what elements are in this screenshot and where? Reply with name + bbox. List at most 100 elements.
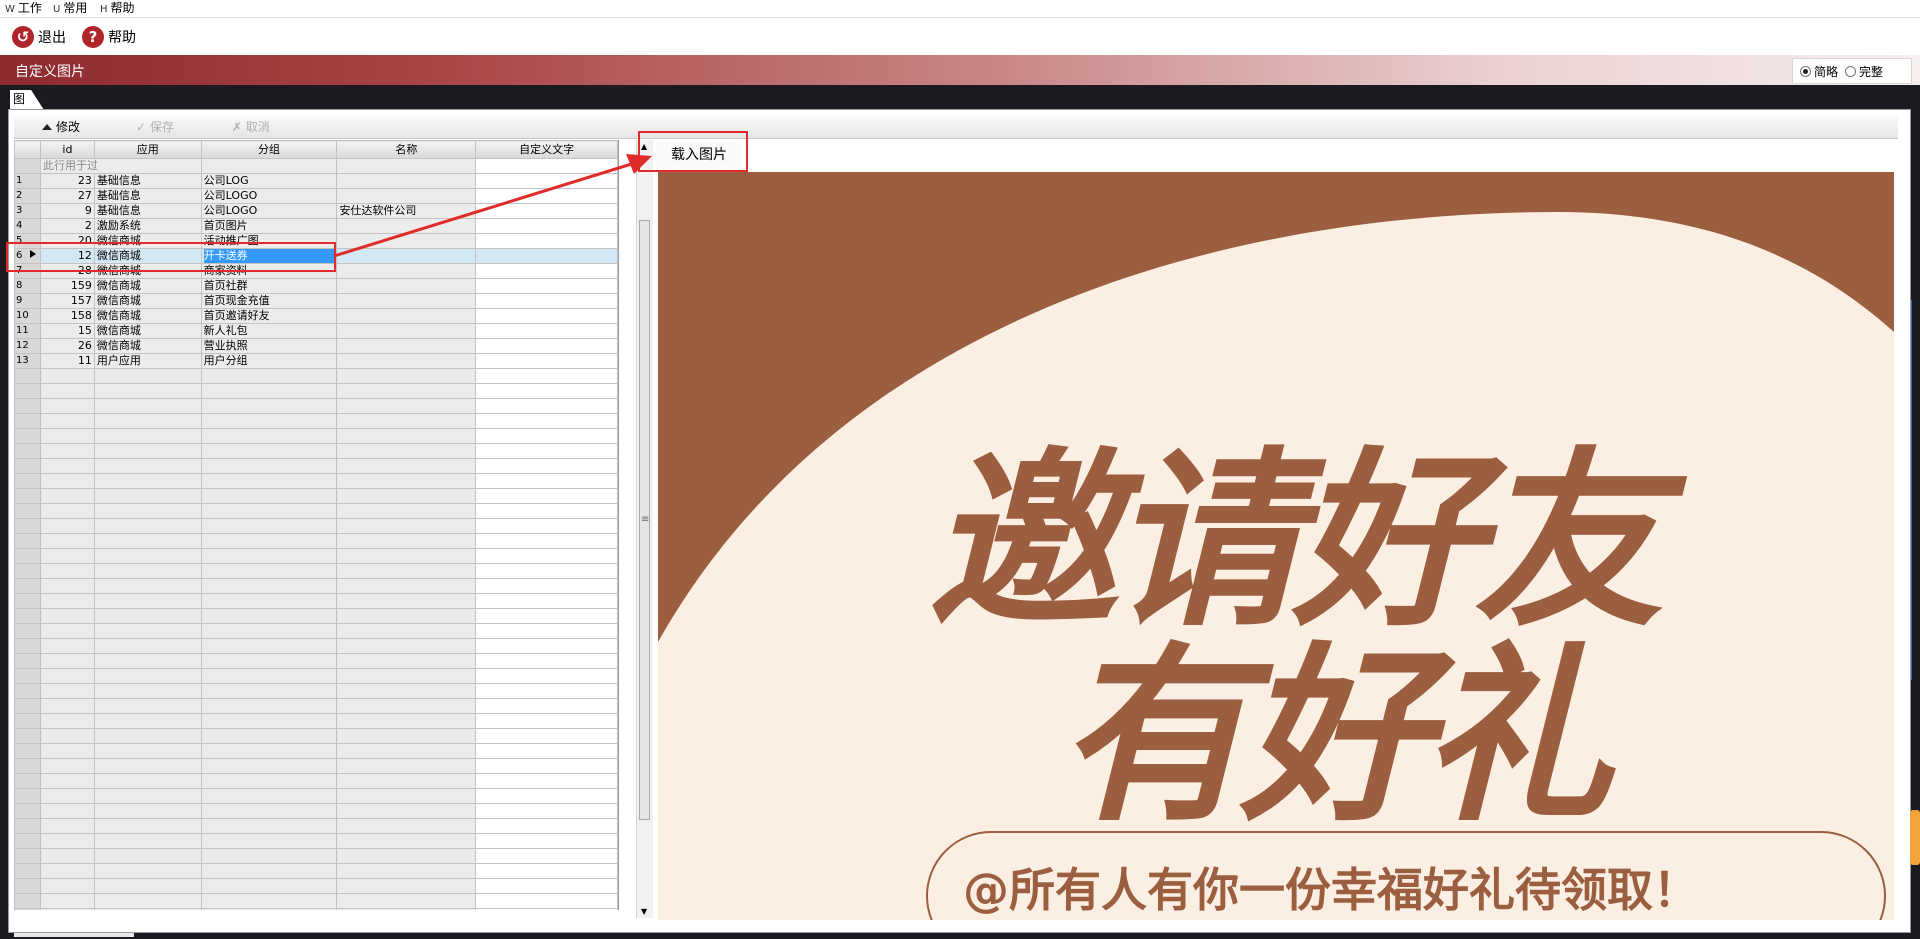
table-row[interactable]: 9 157 微信商城 首页现金充值 — [14, 293, 618, 309]
cancel-button[interactable]: ✗ 取消 — [232, 119, 270, 135]
cell-app[interactable]: 用户应用 — [93, 353, 202, 369]
cell-app[interactable]: 微信商城 — [93, 293, 202, 309]
cell-name[interactable] — [336, 323, 477, 339]
cell-app[interactable]: 激励系统 — [93, 218, 202, 234]
menu-work[interactable]: W 工作 — [5, 1, 42, 16]
table-row[interactable]: 11 15 微信商城 新人礼包 — [14, 323, 618, 339]
cell-id[interactable]: 11 — [39, 353, 95, 369]
table-row[interactable]: 10 158 微信商城 首页邀请好友 — [14, 308, 618, 324]
cell-custom-text[interactable] — [475, 338, 618, 354]
cell-name[interactable] — [336, 293, 477, 309]
table-cell — [200, 158, 338, 174]
table-cell — [93, 698, 202, 714]
empty-row — [14, 758, 618, 774]
cell-custom-text[interactable] — [475, 308, 618, 324]
cell-name[interactable] — [336, 278, 477, 294]
view-full-label[interactable]: 完整 — [1859, 63, 1883, 80]
cell-id[interactable]: 9 — [39, 203, 95, 219]
cell-custom-text[interactable] — [475, 263, 618, 279]
cell-id[interactable]: 2 — [39, 218, 95, 234]
cell-group[interactable]: 公司LOG — [200, 173, 338, 189]
vertical-scrollbar[interactable]: ▲ ≡ ▼ — [636, 140, 653, 918]
table-row[interactable]: 2 27 基础信息 公司LOGO — [14, 188, 618, 204]
cell-app[interactable]: 微信商城 — [93, 278, 202, 294]
cell-app[interactable]: 微信商城 — [93, 308, 202, 324]
column-header-group[interactable]: 分组 — [200, 140, 338, 159]
cell-custom-text[interactable] — [475, 203, 618, 219]
cell-app[interactable]: 微信商城 — [93, 338, 202, 354]
cell-app[interactable]: 基础信息 — [93, 203, 202, 219]
cell-custom-text[interactable] — [475, 293, 618, 309]
cell-id[interactable]: 159 — [39, 278, 95, 294]
column-header-custom-text[interactable]: 自定义文字 — [475, 140, 618, 159]
menu-common-label: 常用 — [63, 1, 88, 15]
cell-name[interactable] — [336, 218, 477, 234]
filter-description-row[interactable]: 此行用于过 — [14, 158, 618, 174]
cell-id[interactable]: 15 — [39, 323, 95, 339]
cell-group-text: 营业执照 — [203, 339, 248, 353]
cell-name[interactable] — [336, 353, 477, 369]
cell-group[interactable]: 首页图片 — [200, 218, 338, 234]
edit-button[interactable]: 修改 — [42, 119, 80, 135]
scroll-down-arrow-icon[interactable]: ▼ — [641, 907, 647, 916]
cell-app[interactable]: 基础信息 — [93, 173, 202, 189]
view-brief-label[interactable]: 简略 — [1814, 63, 1838, 80]
cell-custom-text[interactable] — [475, 323, 618, 339]
cell-id[interactable]: 23 — [39, 173, 95, 189]
cell-group[interactable]: 首页现金充值 — [200, 293, 338, 309]
cell-custom-text[interactable] — [475, 173, 618, 189]
cell-custom-text[interactable] — [475, 233, 618, 249]
table-cell — [336, 593, 477, 609]
empty-row — [14, 668, 618, 684]
radio-full-icon[interactable] — [1845, 65, 1857, 77]
cell-name[interactable] — [336, 308, 477, 324]
column-header-name[interactable]: 名称 — [336, 140, 477, 159]
menu-common[interactable]: U 常用 — [53, 1, 87, 16]
cell-group[interactable]: 公司LOGO — [200, 188, 338, 204]
table-row[interactable]: 3 9 基础信息 公司LOGO 安仕达软件公司 — [14, 203, 618, 219]
cell-name[interactable] — [336, 338, 477, 354]
help-button[interactable]: ? 帮助 — [82, 25, 136, 49]
menu-help[interactable]: H 帮助 — [100, 1, 135, 16]
splitter-grip-icon[interactable]: ≡ — [641, 514, 649, 525]
cell-name[interactable] — [336, 263, 477, 279]
cell-custom-text[interactable] — [475, 248, 618, 264]
cell-name[interactable] — [336, 173, 477, 189]
cell-group[interactable]: 公司LOGO — [200, 203, 338, 219]
cell-id[interactable]: 27 — [39, 188, 95, 204]
cell-group[interactable]: 新人礼包 — [200, 323, 338, 339]
cell-app[interactable]: 基础信息 — [93, 188, 202, 204]
cell-group[interactable]: 首页邀请好友 — [200, 308, 338, 324]
table-row[interactable]: 8 159 微信商城 首页社群 — [14, 278, 618, 294]
cell-custom-text[interactable] — [475, 278, 618, 294]
cell-name[interactable] — [336, 248, 477, 264]
cell-name[interactable] — [336, 188, 477, 204]
table-row[interactable]: 4 2 激励系统 首页图片 — [14, 218, 618, 234]
column-header-app[interactable]: 应用 — [93, 140, 202, 159]
cell-custom-text[interactable] — [475, 353, 618, 369]
save-button[interactable]: ✓ 保存 — [136, 119, 174, 135]
cell-id[interactable]: 158 — [39, 308, 95, 324]
cell-group[interactable]: 首页社群 — [200, 278, 338, 294]
table-row[interactable]: 13 11 用户应用 用户分组 — [14, 353, 618, 369]
cell-name[interactable] — [336, 233, 477, 249]
empty-row — [14, 638, 618, 654]
cell-name[interactable]: 安仕达软件公司 — [336, 203, 477, 219]
cell-id[interactable]: 26 — [39, 338, 95, 354]
table-cell — [200, 833, 338, 849]
table-row[interactable]: 1 23 基础信息 公司LOG — [14, 173, 618, 189]
cell-custom-text[interactable] — [475, 218, 618, 234]
exit-button[interactable]: ↺ 退出 — [12, 25, 66, 49]
cell-group[interactable]: 用户分组 — [200, 353, 338, 369]
help-icon: ? — [82, 26, 104, 48]
cell-custom-text[interactable] — [475, 188, 618, 204]
radio-brief-icon[interactable] — [1800, 65, 1811, 77]
column-header-id[interactable]: id — [39, 140, 95, 159]
cell-app[interactable]: 微信商城 — [93, 323, 202, 339]
cell-group[interactable]: 营业执照 — [200, 338, 338, 354]
table-cell — [475, 848, 618, 864]
table-row[interactable]: 12 26 微信商城 营业执照 — [14, 338, 618, 354]
outer-scrollbar[interactable] — [1911, 300, 1920, 680]
outer-scroll-thumb[interactable] — [1910, 810, 1920, 865]
cell-id[interactable]: 157 — [39, 293, 95, 309]
